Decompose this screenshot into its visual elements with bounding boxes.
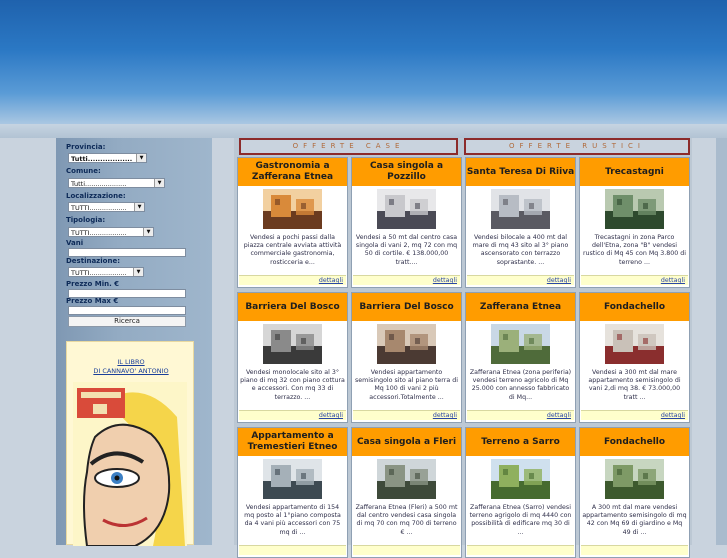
book-title-line2: DI CANNAVO' ANTONIO — [93, 367, 169, 375]
details-link[interactable]: dettagli — [467, 275, 574, 285]
listing-description: Zafferana Etnea (zona periferia) vendesi… — [469, 369, 572, 401]
listing-photo[interactable] — [605, 324, 664, 364]
tipologia-label: Tipologia: — [66, 216, 106, 224]
tab-offerte-rustici[interactable]: OFFERTE RUSTICI — [464, 138, 690, 155]
listing-photo[interactable] — [377, 189, 436, 229]
details-link[interactable]: dettagli — [353, 410, 460, 420]
tab-offerte-case[interactable]: OFFERTE CASE — [239, 138, 458, 155]
listing-title[interactable]: Barriera Del Bosco — [238, 293, 347, 321]
details-link[interactable]: dettagli — [353, 275, 460, 285]
chevron-down-icon: ▼ — [154, 179, 164, 187]
book-link[interactable]: IL LIBRO DI CANNAVO' ANTONIO — [67, 358, 195, 376]
right-strip — [716, 138, 727, 545]
listing-description: Vendesi monolocale sito al 3° piano di m… — [240, 369, 345, 401]
listing-photo[interactable] — [605, 459, 664, 499]
provincia-select[interactable]: Tutti.................. ▼ — [68, 153, 147, 163]
book-cover-image — [73, 382, 187, 546]
details-link[interactable]: dettagli — [581, 410, 688, 420]
listing-card[interactable]: Zafferana Etnea Zafferana Etnea (zona per… — [465, 292, 576, 423]
listing-description: Vendesi a 300 mt dal mare appartamento s… — [588, 369, 681, 401]
listing-description: Vendesi appartamento semisingolo sito al… — [355, 369, 458, 401]
listing-title[interactable]: Casa singola a Fleri — [352, 428, 461, 456]
book-ad[interactable]: IL LIBRO DI CANNAVO' ANTONIO — [66, 341, 195, 546]
prezzo-max-label: Prezzo Max € — [66, 297, 119, 305]
comune-label: Comune: — [66, 167, 101, 175]
vani-input[interactable] — [68, 248, 186, 257]
listing-description: Zafferana Etnea (Sarro) vendesi terreno … — [469, 504, 572, 536]
listing-title[interactable]: Trecastagni — [580, 158, 689, 186]
chevron-down-icon: ▼ — [143, 228, 153, 236]
details-link[interactable]: dettagli — [581, 275, 688, 285]
listing-photo[interactable] — [377, 459, 436, 499]
listing-description: Vendesi a 50 mt dal centro casa singola … — [355, 234, 458, 266]
search-button[interactable]: Ricerca — [68, 316, 186, 327]
details-link[interactable]: dettagli — [467, 410, 574, 420]
listing-description: A 300 mt dal mare vendesi appartamento s… — [582, 504, 687, 536]
listing-card[interactable]: Fondachello Vendesi a 300 mt dal mare app… — [579, 292, 690, 423]
listing-photo[interactable] — [605, 189, 664, 229]
details-link[interactable]: dettagli — [239, 275, 346, 285]
listing-card[interactable]: Fondachello A 300 mt dal mare vendesi app… — [579, 427, 690, 558]
details-link[interactable] — [239, 545, 346, 555]
listing-card[interactable]: Appartamento a Tremestieri Etneo Vendesi … — [237, 427, 348, 558]
listing-card[interactable]: Trecastagni Trecastagni in zona Parco del… — [579, 157, 690, 288]
localizzazione-label: Localizzazione: — [66, 192, 126, 200]
destinazione-value: TUTTI.................. — [71, 269, 127, 277]
listing-description: Vendesi appartamento di 154 mq posto al … — [244, 504, 341, 536]
listing-photo[interactable] — [263, 459, 322, 499]
tipologia-value: TUTTI.................. — [71, 229, 127, 237]
listing-title[interactable]: Zafferana Etnea — [466, 293, 575, 321]
destinazione-select[interactable]: TUTTI.................. ▼ — [68, 267, 144, 277]
chevron-down-icon: ▼ — [134, 203, 144, 211]
listing-card[interactable]: Gastronomia a Zafferana Etnea Vendesi a p… — [237, 157, 348, 288]
listing-description: Vendesi bilocale a 400 mt dal mare di mq… — [472, 234, 569, 266]
listing-description: Trecastagni in zona Parco dell'Etna, zon… — [582, 234, 687, 266]
listing-photo[interactable] — [263, 324, 322, 364]
localizzazione-value: TUTTI.................. — [71, 204, 127, 212]
details-link[interactable] — [581, 545, 688, 555]
listing-card[interactable]: Santa Teresa Di Riiva Vendesi bilocale a … — [465, 157, 576, 288]
header-banner — [0, 0, 727, 124]
listing-photo[interactable] — [263, 189, 322, 229]
listing-title[interactable]: Fondachello — [580, 293, 689, 321]
destinazione-label: Destinazione: — [66, 257, 120, 265]
listing-photo[interactable] — [377, 324, 436, 364]
provincia-label: Provincia: — [66, 143, 106, 151]
listing-title[interactable]: Terreno a Sarro — [466, 428, 575, 456]
listing-description: Zafferana Etnea (Fleri) a 500 mt dal cen… — [355, 504, 458, 536]
chevron-down-icon: ▼ — [136, 154, 146, 162]
listing-photo[interactable] — [491, 459, 550, 499]
provincia-value: Tutti.................. — [71, 155, 133, 163]
listing-title[interactable]: Santa Teresa Di Riiva — [466, 158, 575, 186]
listing-card[interactable]: Casa singola a Fleri Zafferana Etnea (Fle… — [351, 427, 462, 558]
listing-card[interactable]: Barriera Del Bosco Vendesi appartamento s… — [351, 292, 462, 423]
details-link[interactable] — [353, 545, 460, 555]
listing-title[interactable]: Gastronomia a Zafferana Etnea — [238, 158, 347, 186]
listing-title[interactable]: Barriera Del Bosco — [352, 293, 461, 321]
listing-card[interactable]: Terreno a Sarro Zafferana Etnea (Sarro) v… — [465, 427, 576, 558]
listing-title[interactable]: Fondachello — [580, 428, 689, 456]
listing-title[interactable]: Appartamento a Tremestieri Etneo — [238, 428, 347, 456]
details-link[interactable] — [467, 545, 574, 555]
listing-card[interactable]: Casa singola a Pozzillo Vendesi a 50 mt d… — [351, 157, 462, 288]
comune-select[interactable]: Tutti.................... ▼ — [68, 178, 165, 188]
prezzo-max-input[interactable] — [68, 306, 186, 315]
listing-description: Vendesi a pochi passi dalla piazza centr… — [243, 234, 342, 266]
prezzo-min-label: Prezzo Min. € — [66, 280, 120, 288]
listing-photo[interactable] — [491, 189, 550, 229]
vani-label: Vani — [66, 239, 84, 247]
book-title-line1: IL LIBRO — [117, 358, 145, 366]
listing-card[interactable]: Barriera Del Bosco Vendesi monolocale sit… — [237, 292, 348, 423]
details-link[interactable]: dettagli — [239, 410, 346, 420]
comune-value: Tutti.................... — [71, 180, 127, 188]
listing-photo[interactable] — [491, 324, 550, 364]
listing-title[interactable]: Casa singola a Pozzillo — [352, 158, 461, 186]
localizzazione-select[interactable]: TUTTI.................. ▼ — [68, 202, 145, 212]
chevron-down-icon: ▼ — [133, 268, 143, 276]
tipologia-select[interactable]: TUTTI.................. ▼ — [68, 227, 154, 237]
header-band — [0, 124, 727, 138]
